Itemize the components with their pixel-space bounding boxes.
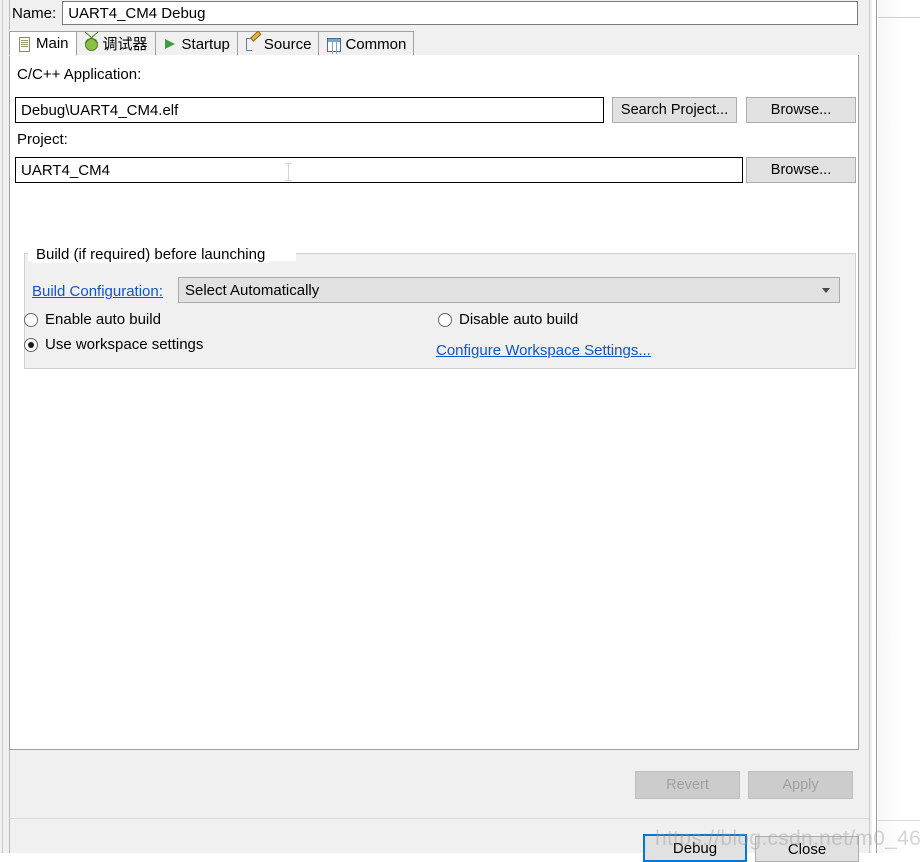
radio-use-workspace-settings-label: Use workspace settings [45,336,204,353]
project-browse-button[interactable]: Browse... [746,157,856,183]
application-path-input[interactable]: Debug\UART4_CM4.elf [15,97,604,123]
configuration-name-input[interactable]: UART4_CM4 Debug [62,1,858,25]
chevron-down-icon [822,288,830,293]
tab-source-label: Source [263,35,312,53]
footer-separator [9,818,870,819]
application-browse-button[interactable]: Browse... [746,97,856,123]
background-window-bottom-line [878,820,920,821]
dialog-right-divider-outer [869,0,870,853]
launch-configuration-dialog: Name: UART4_CM4 Debug Main 调试器 Startup S… [0,0,877,862]
search-project-button[interactable]: Search Project... [612,97,737,123]
build-configuration-combo[interactable]: Select Automatically [178,277,840,303]
build-group-title: Build (if required) before launching [32,246,270,263]
document-icon [16,36,32,52]
revert-button[interactable]: Revert [635,771,740,799]
dialog-left-divider-outer [2,0,3,853]
configure-workspace-settings-link[interactable]: Configure Workspace Settings... [436,342,651,359]
apply-button[interactable]: Apply [748,771,853,799]
radio-use-workspace-settings[interactable]: Use workspace settings [24,336,203,353]
tab-common-label: Common [345,35,407,53]
tab-bar: Main 调试器 Startup Source Common [9,30,859,56]
background-window-panel [878,0,920,853]
background-window-top-line [878,17,920,18]
debugger-bug-icon [83,36,99,52]
radio-use-workspace-settings-indicator [24,337,38,352]
tab-main-label: Main [36,35,69,52]
tab-common[interactable]: Common [318,31,415,56]
tab-startup[interactable]: Startup [154,31,238,56]
radio-disable-auto-build[interactable]: Disable auto build [438,311,578,328]
debug-button[interactable]: Debug [643,834,747,862]
project-label: Project: [17,131,68,148]
tab-debugger[interactable]: 调试器 [75,31,156,56]
radio-enable-auto-build-indicator [24,312,38,327]
application-label: C/C++ Application: [17,66,142,83]
radio-disable-auto-build-label: Disable auto build [459,311,579,328]
configuration-name-row: Name: UART4_CM4 Debug [12,0,858,26]
radio-disable-auto-build-indicator [438,312,452,327]
tab-source[interactable]: Source [236,30,320,56]
radio-enable-auto-build[interactable]: Enable auto build [24,311,161,328]
radio-enable-auto-build-label: Enable auto build [45,311,161,328]
close-button[interactable]: Close [755,836,859,862]
source-tree-pencil-icon [244,30,262,52]
table-icon [325,36,342,52]
project-name-input[interactable]: UART4_CM4 [15,157,743,183]
tab-main[interactable]: Main [9,31,77,56]
play-icon [162,36,178,52]
dialog-right-divider-inner [876,0,877,853]
main-tab-pane: C/C++ Application: Debug\UART4_CM4.elf S… [9,55,859,750]
tab-startup-label: Startup [181,35,230,53]
tab-debugger-label: 调试器 [102,35,148,53]
build-configuration-combo-value: Select Automatically [185,281,320,299]
screen: Name: UART4_CM4 Debug Main 调试器 Startup S… [0,0,920,862]
configuration-name-label: Name: [12,4,57,22]
build-configuration-link[interactable]: Build Configuration: [32,283,163,300]
